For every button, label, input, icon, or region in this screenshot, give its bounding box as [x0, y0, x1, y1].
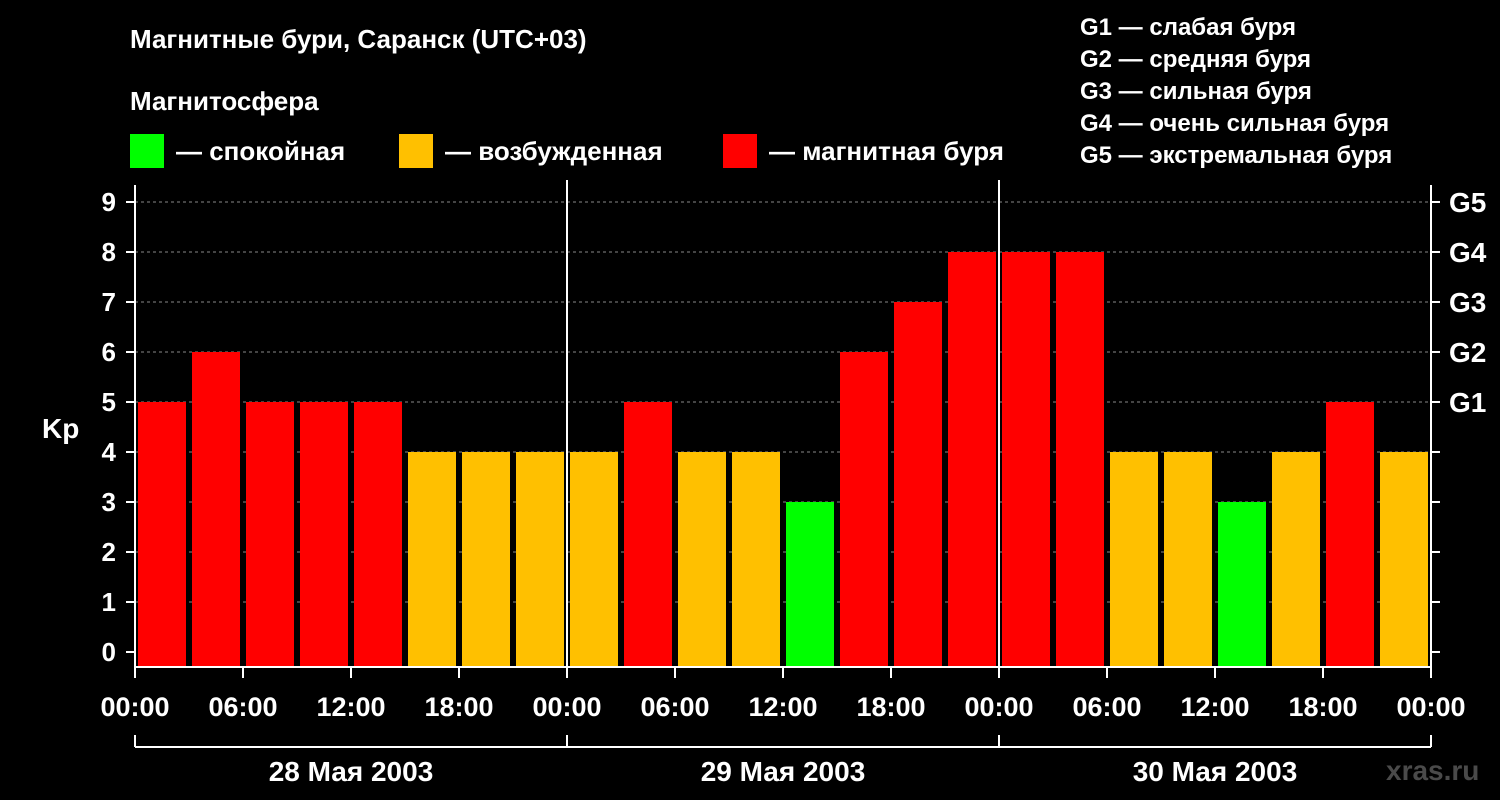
- kp-bar: [462, 452, 510, 667]
- x-tick-label: 00:00: [1396, 692, 1465, 722]
- watermark: xras.ru: [1386, 755, 1480, 786]
- y-tick-label: 0: [102, 637, 116, 667]
- x-tick-label: 12:00: [316, 692, 385, 722]
- g-scale-label: G3: [1449, 287, 1486, 318]
- kp-bar: [300, 402, 348, 667]
- y-tick-label: 8: [102, 237, 116, 267]
- kp-bar: [678, 452, 726, 667]
- kp-bar: [1326, 402, 1374, 667]
- g-scale-label: G4: [1449, 237, 1487, 268]
- g-scale-label: G5: [1449, 187, 1486, 218]
- kp-bar: [408, 452, 456, 667]
- x-tick-label: 00:00: [100, 692, 169, 722]
- x-tick-label: 18:00: [1288, 692, 1357, 722]
- x-tick-label: 06:00: [208, 692, 277, 722]
- kp-bar: [138, 402, 186, 667]
- x-tick-label: 00:00: [532, 692, 601, 722]
- x-tick-label: 18:00: [856, 692, 925, 722]
- kp-bar: [192, 352, 240, 667]
- kp-bar: [1380, 452, 1428, 667]
- kp-bar: [840, 352, 888, 667]
- g-scale-label: G2: [1449, 337, 1486, 368]
- day-label: 28 Мая 2003: [269, 756, 434, 787]
- kp-bar: [354, 402, 402, 667]
- kp-bar: [570, 452, 618, 667]
- x-tick-label: 12:00: [1180, 692, 1249, 722]
- y-tick-label: 6: [102, 337, 116, 367]
- kp-bar: [1110, 452, 1158, 667]
- kp-bar: [516, 452, 564, 667]
- kp-bar: [894, 302, 942, 667]
- day-label: 30 Мая 2003: [1133, 756, 1298, 787]
- kp-bar: [786, 502, 834, 667]
- day-label: 29 Мая 2003: [701, 756, 866, 787]
- kp-bar: [1218, 502, 1266, 667]
- y-tick-label: 2: [102, 537, 116, 567]
- y-axis-label: Kp: [42, 413, 79, 444]
- kp-bar: [1002, 252, 1050, 667]
- y-tick-label: 1: [102, 587, 116, 617]
- y-tick-label: 7: [102, 287, 116, 317]
- x-tick-label: 18:00: [424, 692, 493, 722]
- kp-bar: [246, 402, 294, 667]
- x-tick-label: 06:00: [1072, 692, 1141, 722]
- kp-bar: [732, 452, 780, 667]
- y-tick-label: 3: [102, 487, 116, 517]
- kp-bar: [624, 402, 672, 667]
- kp-bar: [948, 252, 996, 667]
- kp-bar-chart: 0 1 2 3 4 5 6 7 8 9 Kp G1 G2 G3 G4 G5 00:00 06:00 12:00 18:…: [42, 180, 1487, 787]
- x-tick-label: 06:00: [640, 692, 709, 722]
- x-tick-label: 12:00: [748, 692, 817, 722]
- kp-bar: [1164, 452, 1212, 667]
- y-tick-label: 5: [102, 387, 116, 417]
- kp-bar: [1272, 452, 1320, 667]
- y-tick-label: 4: [102, 437, 117, 467]
- y-tick-label: 9: [102, 187, 116, 217]
- x-tick-label: 00:00: [964, 692, 1033, 722]
- kp-bar: [1056, 252, 1104, 667]
- g-scale-label: G1: [1449, 387, 1486, 418]
